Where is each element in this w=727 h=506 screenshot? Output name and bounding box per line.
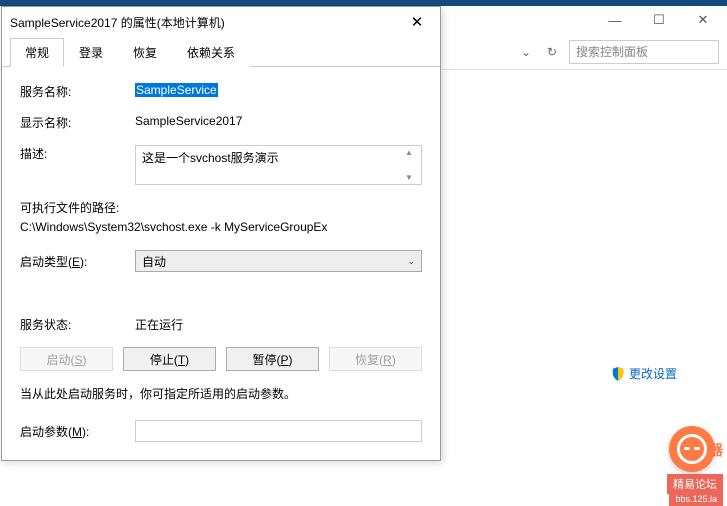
status-value: 正在运行: [135, 316, 422, 333]
tab-general[interactable]: 常规: [10, 38, 64, 67]
tab-bar: 常规 登录 恢复 依赖关系: [2, 37, 440, 67]
display-name-label: 显示名称:: [20, 114, 135, 131]
description-box[interactable]: 这是一个svchost服务演示 ▲▼: [135, 145, 422, 185]
service-name-value[interactable]: SampleService: [135, 83, 218, 97]
tab-logon[interactable]: 登录: [64, 38, 118, 67]
exe-path-value: C:\Windows\System32\svchost.exe -k MySer…: [20, 220, 422, 234]
close-button[interactable]: ✕: [681, 6, 725, 34]
start-button: 启动(S): [20, 347, 113, 371]
shield-icon: [611, 367, 625, 381]
change-settings-link[interactable]: 更改设置: [611, 361, 727, 387]
exe-path-label: 可执行文件的路径:: [20, 199, 422, 216]
startup-type-select[interactable]: 自动 ⌄: [135, 250, 422, 272]
search-input[interactable]: 搜索控制面板: [569, 40, 719, 64]
stop-button[interactable]: 停止(T): [123, 347, 216, 371]
tab-recovery[interactable]: 恢复: [118, 38, 172, 67]
dialog-titlebar[interactable]: SampleService2017 的属性(本地计算机) ✕: [2, 7, 440, 37]
resume-button: 恢复(R): [329, 347, 422, 371]
status-label: 服务状态:: [20, 316, 135, 333]
watermark-forum: 精易论坛: [667, 474, 723, 494]
refresh-icon[interactable]: ↻: [543, 43, 561, 61]
watermark-url: bbs.125.la: [669, 494, 723, 506]
startup-hint: 当从此处启动服务时，你可指定所适用的启动参数。: [20, 385, 422, 402]
dialog-close-button[interactable]: ✕: [398, 8, 436, 36]
pause-button[interactable]: 暂停(P): [226, 347, 319, 371]
param-input[interactable]: [135, 420, 422, 442]
dropdown-icon[interactable]: ⌄: [517, 43, 535, 61]
chevron-down-icon: ⌄: [407, 256, 415, 267]
display-name-value: SampleService2017: [135, 114, 422, 128]
dialog-body: 服务名称: SampleService 显示名称: SampleService2…: [2, 67, 440, 460]
maximize-button[interactable]: ☐: [637, 6, 681, 34]
dialog-title: SampleService2017 的属性(本地计算机): [10, 14, 398, 31]
startup-type-label: 启动类型(E):: [20, 253, 135, 270]
minimize-button[interactable]: —: [593, 6, 637, 34]
tab-dependencies[interactable]: 依赖关系: [172, 38, 250, 67]
scroll-arrows-icon[interactable]: ▲▼: [405, 148, 419, 182]
description-label: 描述:: [20, 145, 135, 162]
param-label: 启动参数(M):: [20, 423, 135, 440]
watermark-logo-icon: [669, 426, 715, 472]
service-properties-dialog: SampleService2017 的属性(本地计算机) ✕ 常规 登录 恢复 …: [1, 6, 441, 461]
service-name-label: 服务名称:: [20, 83, 135, 100]
service-control-buttons: 启动(S) 停止(T) 暂停(P) 恢复(R): [20, 347, 422, 371]
